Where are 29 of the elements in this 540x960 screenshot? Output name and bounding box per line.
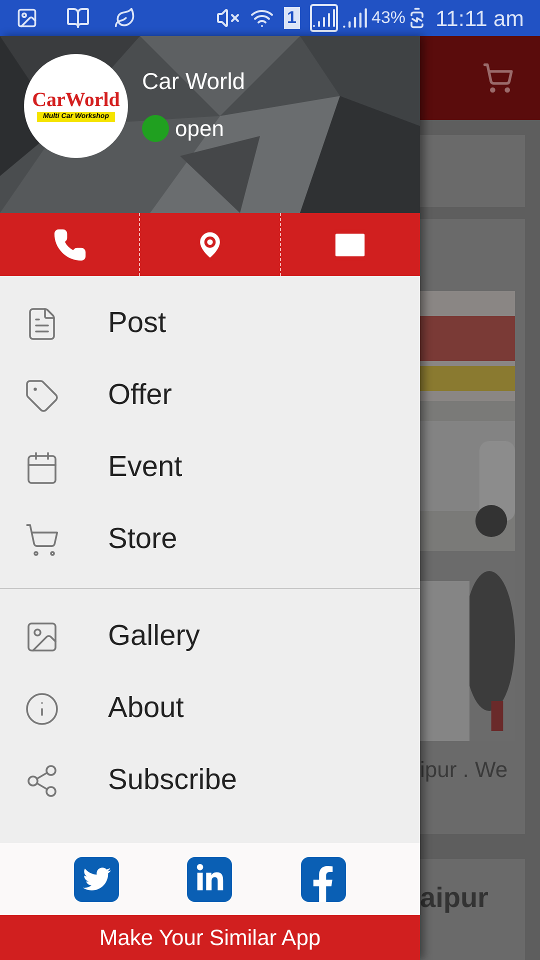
cart-icon [24,522,60,558]
leaf-icon [114,7,136,29]
battery-level: 43% [372,7,406,30]
sim-indicator: 1 [284,7,300,29]
menu-item[interactable]: Store [0,504,420,576]
business-name: Car World [142,67,246,96]
bird-icon [82,865,111,893]
menu-item[interactable]: Post [0,288,420,360]
image-icon [16,7,38,29]
phone-icon [52,228,87,262]
facebook-button[interactable] [300,856,346,902]
book-icon [66,6,90,30]
menu-item[interactable]: Event [0,432,420,504]
clock: 11:11 am [436,4,524,32]
menu-item[interactable]: Subscribe [0,745,420,817]
menu-item[interactable]: About [0,673,420,745]
menu-item[interactable]: Offer [0,360,420,432]
tag-icon [24,378,60,414]
menu-item[interactable]: Gallery [0,601,420,673]
add-to-cart-icon [482,62,514,94]
linkedin-button[interactable] [187,856,232,902]
status-label: open [175,115,224,143]
post-title: aipur [420,882,488,913]
signal-icon [310,4,338,32]
twitter-button[interactable] [74,856,120,902]
info-icon [24,691,60,727]
logo-wordmark: CarWorld [32,90,120,110]
make-app-button[interactable]: Make Your Similar App [0,915,420,960]
mute-icon [216,6,240,30]
